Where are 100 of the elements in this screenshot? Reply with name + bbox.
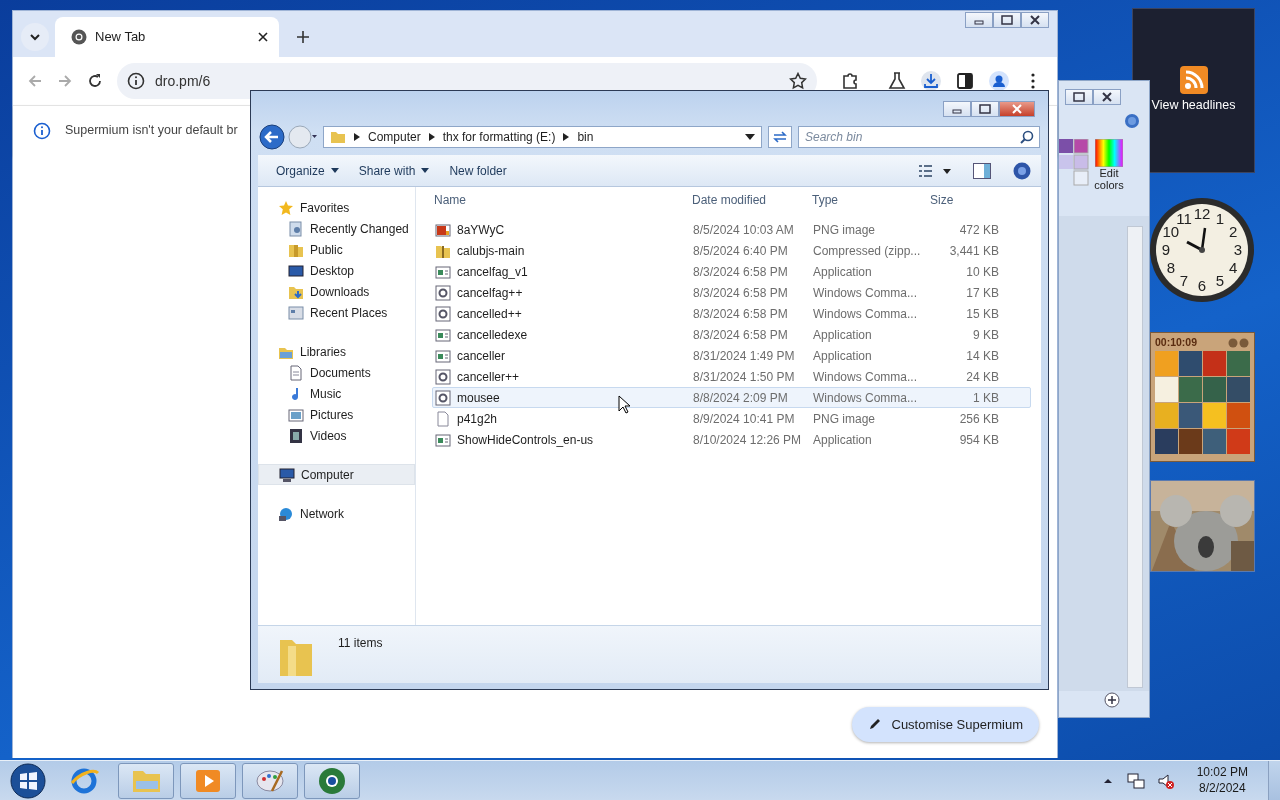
column-header[interactable]: Name	[432, 191, 692, 209]
size-cell-text: 14 KB	[965, 347, 999, 365]
address-bar[interactable]: Computer thx for formatting (E:) bin	[323, 126, 762, 148]
type-cell-text: Application	[813, 347, 873, 365]
pencil-icon	[867, 717, 882, 732]
file-row[interactable]: ShowHideControls_en-us 8/10/2024 12:26 PM Application 954 KB	[432, 429, 1031, 450]
color-swatch-icon[interactable]	[1059, 139, 1089, 189]
size-cell-text: 24 KB	[965, 368, 999, 386]
breadcrumb-item[interactable]: bin	[577, 128, 594, 146]
close-button[interactable]	[1021, 12, 1049, 28]
file-row[interactable]: canceller 8/31/2024 1:49 PM Application 14 KB	[432, 345, 1031, 366]
taskbar-button[interactable]	[242, 762, 298, 799]
file-name: p41g2h	[457, 410, 498, 428]
nav-item[interactable]: Documents	[258, 362, 415, 383]
date-cell-text: 8/10/2024 12:26 PM	[693, 431, 803, 449]
file-row[interactable]: cancelfag++ 8/3/2024 6:58 PM Windows Comma... 17 KB	[432, 282, 1031, 303]
nav-item[interactable]: Network	[258, 503, 415, 524]
document-icon	[288, 220, 304, 237]
navigation-buttons-icon[interactable]	[259, 124, 317, 150]
size-cell-text: 1 KB	[972, 389, 999, 407]
maximize-button[interactable]	[1065, 89, 1093, 105]
file-row[interactable]: 8aYWyC 8/5/2024 10:03 AM PNG image 472 KB	[432, 219, 1031, 240]
maximize-button[interactable]	[993, 12, 1021, 28]
file-row[interactable]: canceller++ 8/31/2024 1:50 PM Windows Comma... 24 KB	[432, 366, 1031, 387]
customise-button[interactable]: Customise Supermium	[851, 706, 1039, 742]
reload-icon[interactable]	[87, 73, 103, 89]
show-hidden-icons-button[interactable]	[1102, 776, 1113, 785]
info-icon[interactable]	[127, 72, 145, 90]
nav-item[interactable]: Music	[258, 383, 415, 404]
search-field[interactable]: Search bin	[798, 126, 1040, 148]
type-cell-text: Windows Comma...	[813, 368, 919, 386]
date-cell-text: 8/5/2024 6:40 PM	[693, 242, 789, 260]
clock[interactable]: 10:02 PM 8/2/2024	[1196, 764, 1248, 797]
taskbar-button[interactable]	[180, 762, 236, 799]
window-icon	[288, 304, 304, 321]
toolbar-button[interactable]: Share with	[350, 158, 438, 183]
breadcrumb-item[interactable]: thx for formatting (E:)	[442, 128, 556, 146]
download-icon[interactable]	[921, 71, 941, 91]
application-icon	[435, 326, 451, 343]
close-icon	[1010, 104, 1024, 114]
maximize-button[interactable]	[971, 101, 999, 117]
tab-search-button[interactable]	[21, 23, 49, 51]
toolbar-button[interactable]: Organize	[268, 158, 347, 183]
type-cell-text: PNG image	[813, 221, 877, 239]
close-icon[interactable]	[257, 31, 269, 43]
feed-link[interactable]: View headlines	[1151, 96, 1236, 115]
nav-item[interactable]: Public	[258, 239, 415, 260]
close-button[interactable]	[999, 101, 1035, 117]
nav-item[interactable]: Pictures	[258, 404, 415, 425]
clock-hands-icon	[1186, 227, 1207, 253]
breadcrumb-item[interactable]: Computer	[368, 128, 421, 146]
dropdown-icon[interactable]	[745, 134, 755, 140]
side-panel-icon[interactable]	[955, 71, 975, 91]
type-cell-text: PNG image	[813, 410, 877, 428]
file-row[interactable]: p41g2h 8/9/2024 10:41 PM PNG image 256 KB	[432, 408, 1031, 429]
size-cell-text: 954 KB	[958, 431, 999, 449]
nav-item[interactable]: Videos	[258, 425, 415, 446]
maximize-icon	[978, 104, 992, 114]
column-header[interactable]: Type	[812, 191, 930, 209]
nav-item[interactable]: Downloads	[258, 281, 415, 302]
zoom-in-icon[interactable]	[1104, 692, 1120, 708]
nav-item[interactable]: Libraries	[258, 341, 415, 362]
volume-muted-icon[interactable]	[1156, 771, 1175, 790]
browser-tab[interactable]: New Tab	[55, 17, 279, 57]
type-cell-text: Application	[813, 326, 873, 344]
column-header[interactable]: Date modified	[692, 191, 812, 209]
edit-colors-button[interactable]: Edit colors	[1089, 139, 1129, 192]
minimize-button[interactable]	[965, 12, 993, 28]
toolbar-button[interactable]: New folder	[441, 158, 515, 183]
file-row[interactable]: mousee 8/8/2024 2:09 PM Windows Comma... 1 KB	[432, 387, 1031, 408]
profile-icon[interactable]	[989, 71, 1009, 91]
gear-icon	[435, 305, 451, 322]
close-icon	[1100, 92, 1114, 102]
timer-text: 00:10:09	[1155, 335, 1198, 350]
nav-item[interactable]: Recently Changed	[258, 218, 415, 239]
file-name: cancelfag++	[457, 284, 523, 302]
nav-item[interactable]: Desktop	[258, 260, 415, 281]
file-row[interactable]: calubjs-main 8/5/2024 6:40 PM Compressed (zipp... 3,441 KB	[432, 240, 1031, 261]
search-icon	[1020, 130, 1034, 144]
preview-pane-button[interactable]	[973, 162, 991, 179]
network-icon[interactable]	[1126, 771, 1145, 790]
maximize-icon	[1072, 92, 1086, 102]
file-row[interactable]: cancelfag_v1 8/3/2024 6:58 PM Application 10 KB	[432, 261, 1031, 282]
close-button[interactable]	[1093, 89, 1121, 105]
column-header[interactable]: Size	[930, 191, 954, 209]
flask-icon[interactable]	[887, 71, 907, 91]
file-row[interactable]: cancelled++ 8/3/2024 6:58 PM Windows Comma... 15 KB	[432, 303, 1031, 324]
taskbar-button[interactable]	[304, 762, 360, 799]
file-row[interactable]: cancelledexe 8/3/2024 6:58 PM Application 9 KB	[432, 324, 1031, 345]
nav-item[interactable]: Favorites	[258, 197, 415, 218]
new-tab-icon[interactable]	[295, 29, 311, 45]
refresh-button[interactable]	[768, 126, 792, 148]
minimize-button[interactable]	[943, 101, 971, 117]
star-icon[interactable]	[789, 72, 807, 90]
scrollbar[interactable]	[1127, 226, 1143, 688]
nav-item[interactable]: Recent Places	[258, 302, 415, 323]
date-cell-text: 8/3/2024 6:58 PM	[693, 284, 789, 302]
date-cell-text: 8/3/2024 6:58 PM	[693, 326, 789, 344]
nav-item[interactable]: Computer	[258, 464, 415, 485]
date-cell-text: 8/31/2024 1:50 PM	[693, 368, 796, 386]
